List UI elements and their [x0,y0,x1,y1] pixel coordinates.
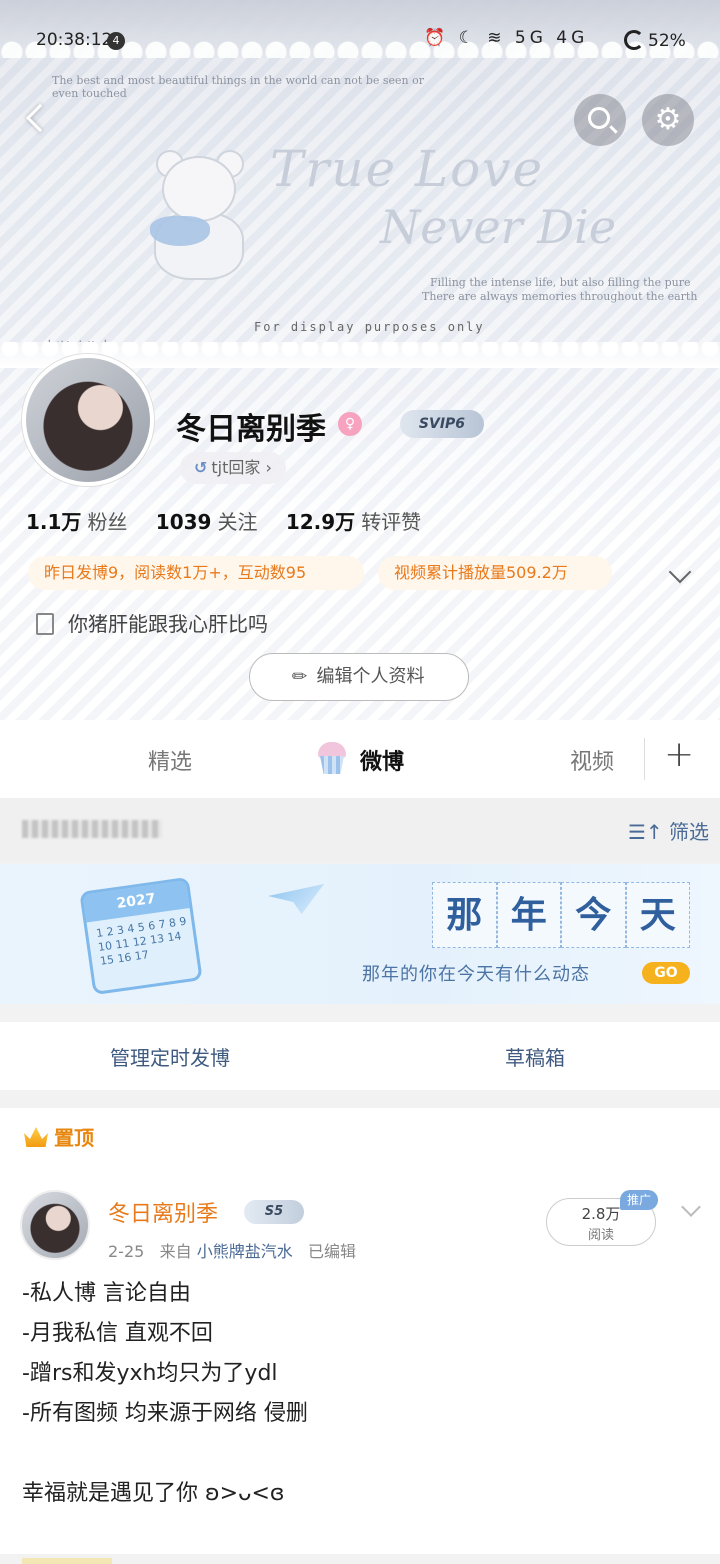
post-line: -月我私信 直观不回 [22,1321,213,1346]
next-item-tag [22,1558,112,1564]
cover-decor-text: The best and most beautiful things in th… [52,74,424,100]
pinned-post: 置顶 冬日离别季 S5 2-25 来自 小熊牌盐汽水 已编辑 2.8万 阅读 推… [0,1108,720,1564]
status-icons: ⏰ ☾ ≋ 5G 4G [424,28,589,48]
tab-video[interactable]: 视频 [570,744,614,776]
cupcake-icon [316,742,348,778]
status-bar: 20:38:12 4 ⏰ ☾ ≋ 5G 4G 52% [0,26,720,56]
post-line: -所有图频 均来源于网络 侵删 [22,1401,308,1426]
search-button[interactable] [574,94,626,146]
back-arrow-icon [25,103,55,133]
banner-subtitle: 那年的你在今天有什么动态 [362,964,590,985]
post-body: -私人博 言论自由 -月我私信 直观不回 -蹭rs和发yxh均只为了ydl -所… [22,1274,308,1514]
tab-divider [644,738,645,780]
promote-badge[interactable]: 推广 [620,1190,658,1210]
post-actions-row: 管理定时发博 草稿箱 [0,1022,720,1090]
status-time: 20:38:12 [36,30,113,50]
stat-label: 转评赞 [361,510,422,534]
post-closing-line: 幸福就是遇见了你 ʚ>ᴗ<ɞ [22,1481,285,1506]
post-spacer [22,1434,308,1474]
cover-decor-title-1: True Love [270,140,545,198]
cover-decor-title-2: Never Die [380,200,617,254]
paper-plane-icon [268,884,324,914]
profile-stats: 1.1万 粉丝 1039 关注 12.9万 转评赞 [26,506,443,535]
profile-tabs: 精选 微博 视频 + [0,720,720,798]
post-edited-label: 已编辑 [307,1242,356,1261]
ip-location-label: tjt回家 › [211,458,272,477]
back-button[interactable] [18,100,58,140]
battery-icon [624,30,644,50]
edit-profile-button[interactable]: ✎ 编辑个人资料 [249,653,469,701]
banner-title-char: 那 [432,882,497,948]
cover-decor-text-2: Filling the intense life, but also filli… [430,276,691,289]
svip-badge[interactable]: SVIP6 [400,410,484,438]
drafts-button[interactable]: 草稿箱 [505,1042,565,1071]
cover-decor-display: For display purposes only [254,320,485,334]
filter-label: 筛选 [669,820,710,844]
stat-label: 粉丝 [87,510,128,534]
stat-interactions[interactable]: 12.9万 转评赞 [286,506,421,535]
video-plays-pill[interactable]: 视频累计播放量509.2万 [378,556,612,590]
profile-avatar[interactable] [22,354,154,486]
female-gender-icon: ♀ [338,412,362,436]
manage-scheduled-posts-button[interactable]: 管理定时发博 [110,1042,230,1071]
network-label: 5G 4G [514,28,589,48]
tab-weibo[interactable]: 微博 [360,744,404,776]
stat-followers[interactable]: 1.1万 粉丝 [26,506,127,535]
battery-indicator: 52% [624,30,686,51]
crown-icon [24,1127,48,1147]
stat-value: 12.9万 [285,510,356,534]
go-button[interactable]: GO [642,962,690,984]
teddy-bear-decoration [150,152,250,278]
banner-title-char: 今 [561,882,626,948]
settings-button[interactable]: ⚙ [642,94,694,146]
blurred-text [22,820,162,838]
profile-bio: 你猪肝能跟我心肝比吗 [36,608,268,637]
post-author-name[interactable]: 冬日离别季 [108,1196,218,1228]
filter-icon: ☰↑ [628,820,663,844]
calendar-icon: 2027 1 2 3 4 5 6 7 8 9 10 11 12 13 14 15… [79,876,203,996]
bio-text: 你猪肝能跟我心肝比吗 [68,612,268,636]
post-line: -私人博 言论自由 [22,1281,191,1306]
add-tab-icon[interactable]: + [664,734,694,775]
chevron-down-icon[interactable] [681,1197,701,1217]
banner-title-char: 天 [625,882,690,948]
post-source[interactable]: 小熊牌盐汽水 [197,1242,293,1261]
battery-percent: 52% [648,31,686,51]
post-date: 2-25 [108,1242,145,1261]
document-icon [36,613,54,635]
post-from-label: 来自 [159,1242,192,1261]
ip-location-tag[interactable]: ↺ tjt回家 › [180,452,286,484]
profile-username: 冬日离别季 [176,412,326,447]
on-this-day-banner[interactable]: 2027 1 2 3 4 5 6 7 8 9 10 11 12 13 14 15… [0,864,720,1004]
banner-title-char: 年 [496,882,561,948]
post-author-avatar[interactable] [20,1190,90,1260]
gear-icon: ⚙ [654,102,682,137]
filter-bar: ☰↑ 筛选 [0,798,720,862]
cover-decor-text-3: There are always memories throughout the… [422,290,698,303]
post-line: -蹭rs和发yxh均只为了ydl [22,1361,278,1386]
post-vip-badge[interactable]: S5 [244,1200,304,1224]
banner-title: 那 年 今 天 [432,882,690,948]
read-count-label: 阅读 [587,1228,614,1243]
calendar-numbers: 1 2 3 4 5 6 7 8 9 10 11 12 13 14 15 16 1… [95,914,188,968]
location-icon: ↺ [194,458,208,477]
edit-profile-label: 编辑个人资料 [316,666,425,687]
stat-value: 1039 [155,510,212,534]
chevron-down-icon[interactable] [668,560,692,584]
profile-cover: 20:38:12 4 ⏰ ☾ ≋ 5G 4G 52% The best and … [0,0,720,720]
stat-label: 关注 [217,510,258,534]
post-meta: 2-25 来自 小熊牌盐汽水 已编辑 [108,1238,356,1262]
tab-featured[interactable]: 精选 [148,744,192,776]
filter-button[interactable]: ☰↑ 筛选 [628,816,709,845]
daily-stats-pill[interactable]: 昨日发博9，阅读数1万+，互动数95 [28,556,364,590]
pinned-label: 置顶 [24,1122,94,1151]
pinned-text: 置顶 [54,1126,94,1150]
search-icon [588,107,610,129]
notification-count-badge: 4 [107,32,125,50]
stat-value: 1.1万 [26,510,82,534]
stat-following[interactable]: 1039 关注 [156,506,258,535]
